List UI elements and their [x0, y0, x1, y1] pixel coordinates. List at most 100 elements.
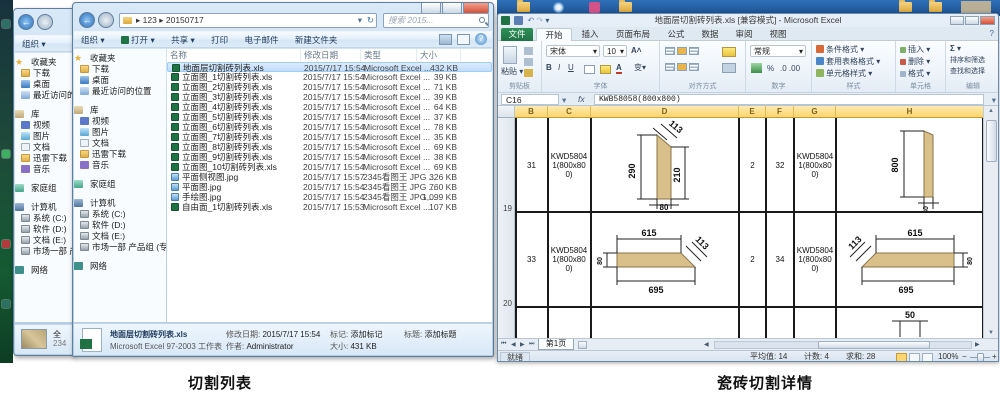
column-header-D[interactable]: D	[591, 106, 739, 118]
tab-file[interactable]: 文件	[501, 28, 533, 41]
redo-icon[interactable]: ↷	[536, 16, 543, 25]
file-row[interactable]: 立面图_5切割砖列表.xls2015/7/17 15:54Microsoft E…	[167, 112, 492, 122]
desktop-folder-icon[interactable]	[619, 2, 632, 12]
zoom-slider-knob[interactable]	[977, 353, 984, 362]
select-all-corner[interactable]	[498, 106, 515, 118]
merge-center-icon[interactable]	[722, 63, 736, 73]
font-size-select[interactable]: 10 ▾	[603, 45, 627, 57]
vertical-scroll-thumb[interactable]	[986, 120, 997, 162]
sidebar-computer[interactable]: 计算机	[15, 202, 74, 213]
name-box[interactable]: C16	[501, 94, 559, 105]
borders-icon[interactable]	[584, 65, 595, 74]
sidebar-network[interactable]: 网络	[15, 265, 74, 276]
open-button[interactable]: 打开 ▾	[114, 32, 162, 48]
desktop-browser-icon[interactable]	[553, 2, 564, 13]
sidebar-music[interactable]: 音乐	[15, 164, 74, 175]
horizontal-scroll-thumb[interactable]	[818, 341, 930, 349]
sidebar-recent[interactable]: 最近访问的位置	[74, 86, 166, 97]
currency-icon[interactable]	[751, 63, 762, 73]
sidebar-network[interactable]: 网络	[74, 261, 166, 272]
sidebar-libraries[interactable]: 库	[15, 109, 74, 120]
file-row[interactable]: 平面侧视图.jpg2015/7/17 15:572345看图王 JPG ...3…	[167, 172, 492, 182]
search-input[interactable]: 搜索 2015...	[383, 13, 489, 28]
sidebar-documents[interactable]: 文档	[74, 138, 166, 149]
tab-page-layout[interactable]: 页面布局	[608, 28, 658, 41]
cell-E19[interactable]: 2	[740, 119, 765, 211]
next-sheet-icon[interactable]: ▶	[520, 341, 525, 348]
delete-cells-button[interactable]: 删除 ▾	[900, 57, 930, 67]
cell-styles-button[interactable]: 单元格样式 ▾	[816, 69, 872, 79]
cell-C20[interactable]: KWD58041(800x800)	[549, 213, 589, 305]
tab-data[interactable]: 数据	[694, 28, 726, 41]
minimize-button[interactable]	[950, 16, 964, 25]
file-row[interactable]: 立面图_9切割砖列表.xls2015/7/17 15:54Microsoft E…	[167, 152, 492, 162]
cell-F20[interactable]: 34	[767, 213, 793, 305]
views-icon[interactable]	[439, 34, 452, 45]
orientation-icon[interactable]	[722, 47, 736, 57]
sidebar-documents[interactable]: 文档	[15, 142, 74, 153]
font-color-icon[interactable]: A	[616, 63, 622, 74]
forward-button[interactable]: →	[37, 14, 53, 30]
column-header-type[interactable]: 类型	[361, 49, 417, 61]
tab-formulas[interactable]: 公式	[660, 28, 692, 41]
underline-button[interactable]: U	[568, 63, 574, 73]
address-bar[interactable]: ▸ 123 ▸ 20150717 ▾ ↻	[119, 13, 377, 28]
forward-button[interactable]: →	[98, 12, 114, 28]
sheet-grid[interactable]: B C D E F G H 19 20 31 KWD58041(800x800)	[498, 106, 998, 338]
last-sheet-icon[interactable]: ⏭	[529, 341, 534, 348]
sheet-tab[interactable]: 第1页	[538, 339, 574, 350]
vertical-scrollbar[interactable]: ▲ ▼	[983, 106, 998, 338]
sidebar-disk-c[interactable]: 系统 (C:)	[15, 213, 74, 224]
column-header-F[interactable]: F	[766, 106, 794, 118]
column-header-date[interactable]: 修改日期	[301, 49, 361, 61]
sort-filter-button[interactable]: 排序和筛选	[950, 56, 985, 66]
scroll-down-icon[interactable]: ▼	[984, 330, 998, 336]
details-tags[interactable]: 标记: 添加标记	[330, 329, 382, 340]
breadcrumb-folder[interactable]: 20150717	[166, 15, 204, 25]
sidebar-downloads[interactable]: 下载	[15, 68, 74, 79]
address-dropdown-icon[interactable]: ▾	[358, 14, 362, 27]
qat-dropdown-icon[interactable]: ▾	[545, 16, 549, 25]
file-row[interactable]: 立面图_2切割砖列表.xls2015/7/17 15:54Microsoft E…	[167, 82, 492, 92]
details-title[interactable]: 标题: 添加标题	[404, 329, 456, 340]
new-folder-button[interactable]: 新建文件夹	[288, 32, 345, 48]
file-row[interactable]: 立面图_6切割砖列表.xls2015/7/17 15:54Microsoft E…	[167, 122, 492, 132]
copy-icon[interactable]	[524, 58, 533, 66]
explorer-window-back[interactable]: ← → 组织 ▾ ★收藏夹 下载 桌面 最近访问的位置 库 视频 图片 文档 迅…	[13, 8, 75, 356]
file-row[interactable]: 自由面_1切割砖列表.xls2015/7/17 15:53Microsoft E…	[167, 202, 492, 212]
name-box-dropdown-icon[interactable]: ▾	[562, 95, 566, 106]
share-menu[interactable]: 共享 ▾	[164, 32, 202, 48]
back-button[interactable]: ←	[18, 14, 34, 30]
zoom-out-icon[interactable]: −	[962, 351, 967, 362]
sidebar-libraries[interactable]: 库	[74, 105, 166, 116]
help-icon[interactable]: ?	[475, 33, 487, 45]
grow-font-icon[interactable]: A˄	[631, 46, 641, 56]
sidebar-disk-f[interactable]: 市场一部 产品组 (专用)	[15, 246, 74, 257]
sidebar-downloads[interactable]: 下载	[74, 64, 166, 75]
desktop-app-icon[interactable]	[589, 2, 600, 13]
scroll-up-icon[interactable]: ▲	[984, 108, 998, 114]
format-as-table-button[interactable]: 套用表格格式 ▾	[816, 57, 880, 67]
sidebar-thunder[interactable]: 迅雷下载	[15, 153, 74, 164]
decimal-icons[interactable]: .0 .00	[780, 64, 800, 74]
print-button[interactable]: 打印	[204, 32, 235, 48]
normal-view-icon[interactable]	[896, 353, 907, 362]
column-header-name[interactable]: 名称	[167, 49, 301, 61]
maximize-button[interactable]	[965, 16, 979, 25]
row-header-21[interactable]	[498, 307, 515, 338]
sidebar-disk-f[interactable]: 市场一部 产品组 (专用)	[74, 242, 166, 253]
paste-label[interactable]: 粘贴 ▾	[501, 67, 523, 77]
phonetic-icon[interactable]: 变▾	[634, 63, 646, 73]
desktop-icon[interactable]	[2, 240, 10, 248]
font-name-select[interactable]: 宋体 ▾	[546, 45, 600, 57]
sidebar-videos[interactable]: 视频	[74, 116, 166, 127]
zoom-in-icon[interactable]: +	[992, 351, 997, 362]
breadcrumb-folder[interactable]: 123	[143, 15, 157, 25]
hscroll-left-icon[interactable]: ◀	[704, 341, 709, 348]
sidebar-computer[interactable]: 计算机	[74, 198, 166, 209]
cell-E20[interactable]: 2	[740, 213, 765, 305]
column-header-B[interactable]: B	[515, 106, 548, 118]
first-sheet-icon[interactable]: ⏮	[501, 341, 506, 348]
file-row[interactable]: 立面图_7切割砖列表.xls2015/7/17 15:54Microsoft E…	[167, 132, 492, 142]
sidebar-pictures[interactable]: 图片	[15, 131, 74, 142]
